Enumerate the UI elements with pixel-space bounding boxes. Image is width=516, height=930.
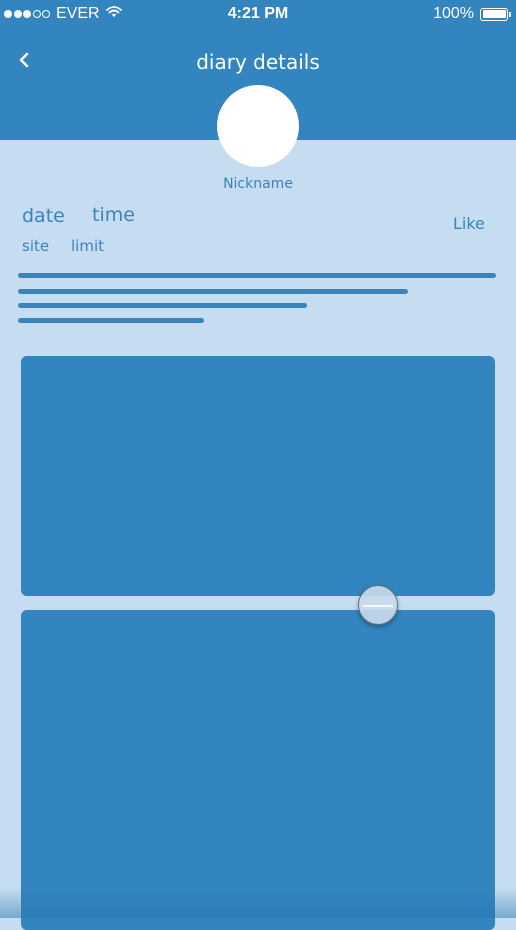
battery-fill [482, 10, 506, 18]
text-placeholder-line [18, 289, 408, 294]
scroll-handle[interactable] [358, 585, 398, 625]
diary-image-card[interactable] [21, 356, 495, 596]
text-placeholder-line [18, 273, 496, 278]
page-title: diary details [196, 50, 320, 74]
nickname-label: Nickname [223, 176, 293, 192]
text-placeholder-line [18, 303, 307, 308]
text-placeholder-line [18, 318, 204, 323]
battery-icon [480, 7, 511, 21]
site-label: site [22, 237, 50, 255]
battery-percent: 100% [433, 5, 474, 22]
status-right: 100% [433, 5, 511, 23]
date-label: date [22, 205, 65, 227]
diary-image-card[interactable] [21, 610, 495, 930]
time-label: time [92, 204, 135, 226]
status-bar: EVER 4:21 PM 100% [0, 0, 516, 28]
limit-label: limit [71, 237, 104, 255]
like-button[interactable]: Like [453, 214, 485, 233]
avatar[interactable] [217, 85, 299, 167]
